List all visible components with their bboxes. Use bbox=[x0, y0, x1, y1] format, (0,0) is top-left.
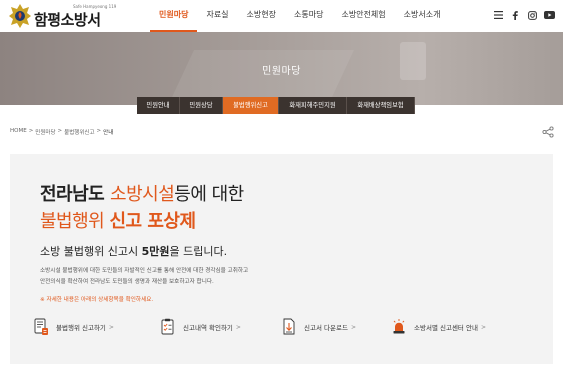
nav-item-civil[interactable]: 민원마당 bbox=[150, 0, 198, 32]
instagram-icon[interactable] bbox=[526, 9, 538, 21]
breadcrumb-illegal-report[interactable]: 불법행위신고 bbox=[64, 128, 94, 136]
chevron-right-icon: > bbox=[108, 323, 114, 331]
tab-fire-liability-insurance[interactable]: 화재배상책임보험 bbox=[347, 97, 415, 114]
chevron-right-icon: > bbox=[350, 323, 356, 331]
download-icon bbox=[280, 317, 298, 337]
site-header: Safe Hampyeong 119 함평소방서 민원마당 자료실 소방현장 소… bbox=[0, 0, 563, 32]
headline-illegal-acts: 불법행위 bbox=[40, 211, 110, 232]
headline-suffix: 등에 대한 bbox=[174, 184, 244, 205]
check-history-label: 신고내역 확인하기 bbox=[183, 324, 233, 332]
reward-info-card: 전라남도 소방시설등에 대한 불법행위 신고 포상제 소방 불법행위 신고시 5… bbox=[10, 154, 553, 364]
quick-links: 불법행위 신고하기 > 신고내역 확인하기 > 신고서 다운로드 > 소방서별 … bbox=[32, 317, 532, 337]
check-history-link[interactable]: 신고내역 확인하기 > bbox=[159, 317, 241, 337]
report-icon bbox=[32, 317, 50, 337]
siren-icon bbox=[390, 317, 408, 337]
sub-tab-bar: 민원안내 민원상담 불법행위신고 화재피해주민지원 화재배상책임보험 bbox=[137, 97, 415, 114]
report-center-label: 소방서별 신고센터 안내 bbox=[414, 324, 478, 332]
reward-amount: 5만원 bbox=[141, 245, 170, 258]
nav-item-about[interactable]: 소방서소개 bbox=[395, 0, 450, 32]
headline-reward-system: 신고 포상제 bbox=[109, 211, 196, 232]
headline-region: 전라남도 bbox=[40, 184, 111, 205]
hero-banner: 민원마당 bbox=[0, 32, 563, 105]
facebook-icon[interactable] bbox=[509, 9, 521, 21]
breadcrumb-separator: > bbox=[96, 128, 102, 134]
reward-amount-text: 소방 불법행위 신고시 5만원을 드립니다. bbox=[40, 243, 227, 259]
reward-prefix: 소방 불법행위 신고시 bbox=[40, 245, 142, 258]
description-line: 소방시설 불법행위에 대한 도민들의 자발적인 신고를 통해 안전에 대한 경각… bbox=[40, 268, 249, 274]
logo-text: 함평소방서 bbox=[34, 11, 101, 29]
report-link[interactable]: 불법행위 신고하기 > bbox=[32, 317, 114, 337]
report-link-label: 불법행위 신고하기 bbox=[56, 324, 106, 332]
description: 소방시설 불법행위에 대한 도민들의 자발적인 신고를 통해 안전에 대한 경각… bbox=[40, 266, 248, 288]
breadcrumb-home[interactable]: HOME bbox=[10, 128, 27, 136]
nav-item-library[interactable]: 자료실 bbox=[197, 0, 237, 32]
site-logo[interactable]: Safe Hampyeong 119 함평소방서 bbox=[8, 3, 128, 29]
tab-civil-consult[interactable]: 민원상담 bbox=[180, 97, 223, 114]
chevron-right-icon: > bbox=[480, 323, 486, 331]
breadcrumb-current: 안내 bbox=[103, 130, 114, 136]
download-form-label: 신고서 다운로드 bbox=[304, 324, 348, 332]
notice-text: ※ 자세한 내용은 아래의 상세항목을 확인하세요. bbox=[40, 297, 154, 303]
breadcrumb-separator: > bbox=[57, 128, 63, 134]
header-icon-group bbox=[492, 9, 555, 21]
headline-line1: 전라남도 소방시설등에 대한 bbox=[40, 180, 244, 206]
main-nav: 민원마당 자료실 소방현장 소통마당 소방안전체험 소방서소개 bbox=[150, 0, 449, 32]
breadcrumb: HOME > 민원마당 > 불법행위신고 > 안내 bbox=[10, 128, 113, 136]
tab-fire-victim-support[interactable]: 화재피해주민지원 bbox=[279, 97, 347, 114]
checklist-icon bbox=[159, 317, 177, 337]
tab-illegal-report[interactable]: 불법행위신고 bbox=[223, 97, 279, 114]
share-icon[interactable] bbox=[542, 126, 554, 138]
nav-item-safety-experience[interactable]: 소방안전체험 bbox=[332, 0, 394, 32]
headline-fire-facilities: 소방시설 bbox=[110, 184, 175, 205]
reward-suffix: 을 드립니다. bbox=[169, 245, 228, 258]
breadcrumb-civil[interactable]: 민원마당 bbox=[35, 128, 55, 136]
chevron-right-icon: > bbox=[235, 323, 241, 331]
tab-civil-guide[interactable]: 민원안내 bbox=[137, 97, 180, 114]
nav-item-field[interactable]: 소방현장 bbox=[238, 0, 285, 32]
breadcrumb-separator: > bbox=[28, 128, 34, 134]
menu-icon[interactable] bbox=[492, 9, 504, 21]
fire-emblem-icon bbox=[9, 4, 31, 28]
description-line: 안전의식을 확산하여 전라남도 도민들의 생명과 재산을 보호하고자 합니다. bbox=[40, 279, 214, 285]
youtube-icon[interactable] bbox=[543, 9, 555, 21]
headline-line2: 불법행위 신고 포상제 bbox=[40, 207, 196, 233]
report-center-link[interactable]: 소방서별 신고센터 안내 > bbox=[390, 317, 486, 337]
download-form-link[interactable]: 신고서 다운로드 > bbox=[280, 317, 356, 337]
hero-title: 민원마당 bbox=[262, 66, 301, 77]
nav-item-communication[interactable]: 소통마당 bbox=[285, 0, 332, 32]
